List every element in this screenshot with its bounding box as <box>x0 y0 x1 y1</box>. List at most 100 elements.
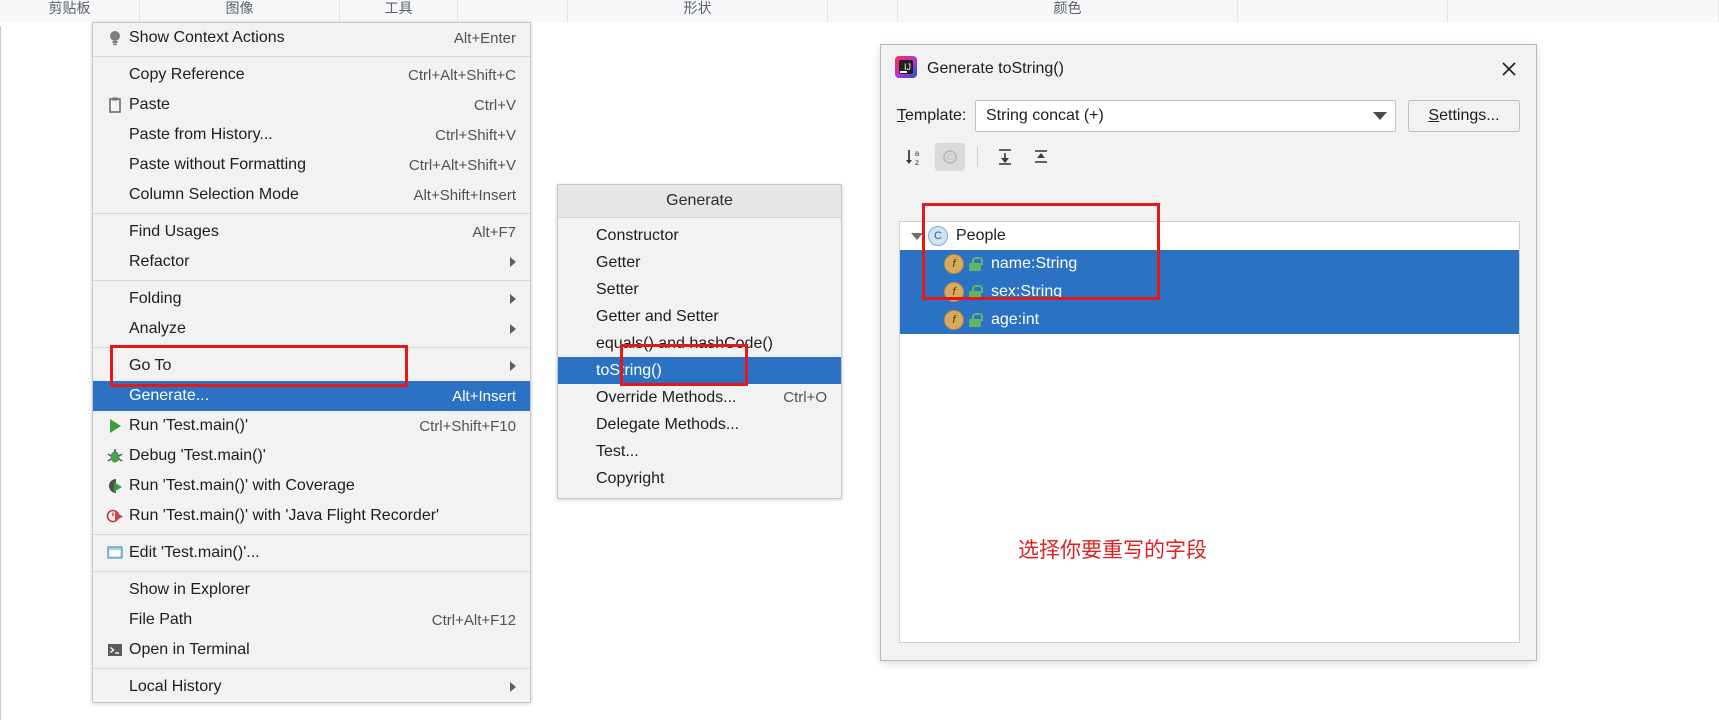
ribbon-group-empty-3[interactable] <box>458 0 568 22</box>
chevron-right-icon <box>510 324 516 334</box>
generate-menu-item[interactable]: Getter <box>558 249 841 276</box>
paint-ribbon-tabstrip: 剪贴板 图像 工具 形状 颜色 <box>0 0 1719 23</box>
coverage-icon <box>101 477 129 495</box>
edit-config-icon <box>101 544 129 562</box>
menu-separator <box>93 668 530 669</box>
generate-menu-item[interactable]: Constructor <box>558 222 841 249</box>
context-menu-item[interactable]: Open in Terminal <box>93 635 530 665</box>
collapse-all-icon[interactable] <box>1026 143 1056 171</box>
context-menu-item[interactable]: Run 'Test.main()' with Coverage <box>93 471 530 501</box>
svg-text:a: a <box>915 149 920 158</box>
ribbon-group-4[interactable]: 形状 <box>568 0 828 22</box>
template-label: Template: <box>897 107 967 124</box>
context-menu-item[interactable]: Find Usages Alt+F7 <box>93 217 530 247</box>
tree-field-row[interactable]: f age:int <box>900 306 1519 334</box>
context-menu-item-shortcut: Ctrl+V <box>473 96 516 114</box>
ribbon-group-label: 剪贴板 <box>48 0 91 16</box>
context-menu-item-shortcut: Alt+Shift+Insert <box>413 186 516 204</box>
generate-popup-menu[interactable]: Generate Constructor Getter Setter Getter a… <box>557 184 842 499</box>
context-menu-item[interactable]: File Path Ctrl+Alt+F12 <box>93 605 530 635</box>
ribbon-group-label: 工具 <box>384 0 413 16</box>
intellij-idea-icon: IJ <box>895 55 917 83</box>
context-menu-item[interactable]: Copy Reference Ctrl+Alt+Shift+C <box>93 60 530 90</box>
ribbon-group-0[interactable]: 剪贴板 <box>0 0 140 22</box>
generate-popup-title: Generate <box>558 185 841 218</box>
context-menu-item-label: Generate... <box>129 387 210 404</box>
context-menu-item[interactable]: Edit 'Test.main()'... <box>93 538 530 568</box>
context-menu-item[interactable]: Folding <box>93 284 530 314</box>
context-menu-item[interactable]: Debug 'Test.main()' <box>93 441 530 471</box>
chevron-right-icon <box>510 257 516 267</box>
context-menu-item[interactable]: Refactor <box>93 247 530 277</box>
dialog-title: Generate toString() <box>927 60 1064 77</box>
generate-menu-item[interactable]: Override Methods... Ctrl+O <box>558 384 841 411</box>
context-menu-item[interactable]: Run 'Test.main()' with 'Java Flight Reco… <box>93 501 530 531</box>
generate-tostring-dialog[interactable]: IJ Generate toString() Template: String … <box>880 44 1537 661</box>
ribbon-group-label: 图像 <box>225 0 254 16</box>
settings-button[interactable]: Settings... <box>1408 100 1520 132</box>
menu-separator <box>93 280 530 281</box>
tree-field-label: age:int <box>991 311 1040 328</box>
annotation-box-tostring <box>620 344 748 386</box>
expand-all-icon[interactable] <box>990 143 1020 171</box>
context-menu-item-label: File Path <box>129 611 193 628</box>
context-menu-item[interactable]: Show Context Actions Alt+Enter <box>93 23 530 53</box>
ribbon-group-2[interactable]: 工具 <box>340 0 458 22</box>
generate-menu-item-label: Test... <box>596 442 639 460</box>
svg-text:C: C <box>947 153 953 162</box>
generate-menu-item[interactable]: Copyright <box>558 465 841 492</box>
generate-menu-item[interactable]: Test... <box>558 438 841 465</box>
toolbar-separator <box>977 147 978 167</box>
canvas-left-edge <box>0 26 1 720</box>
generate-menu-item-label: Setter <box>596 280 639 298</box>
close-icon[interactable] <box>1492 52 1526 86</box>
context-menu-item-label: Run 'Test.main()' with Coverage <box>129 477 355 494</box>
run-icon <box>101 417 129 435</box>
context-menu-item[interactable]: Paste without Formatting Ctrl+Alt+Shift+V <box>93 150 530 180</box>
context-menu-item[interactable]: Column Selection Mode Alt+Shift+Insert <box>93 180 530 210</box>
context-menu-item[interactable]: Paste Ctrl+V <box>93 90 530 120</box>
svg-text:IJ: IJ <box>904 62 911 72</box>
context-menu-item[interactable]: Local History <box>93 672 530 702</box>
ribbon-group-empty-5[interactable] <box>828 0 898 22</box>
generate-menu-item-label: Constructor <box>596 226 679 244</box>
context-menu-item[interactable]: Run 'Test.main()' Ctrl+Shift+F10 <box>93 411 530 441</box>
generate-menu-item[interactable]: Setter <box>558 276 841 303</box>
generate-menu-item-label: Getter and Setter <box>596 307 719 325</box>
context-menu-item-label: Column Selection Mode <box>129 186 299 203</box>
context-menu-item-shortcut: Ctrl+Shift+V <box>435 126 516 144</box>
ribbon-group-empty-7[interactable] <box>1238 0 1448 22</box>
profiler-icon <box>101 507 129 525</box>
context-menu-item-label: Refactor <box>129 253 190 270</box>
terminal-icon <box>101 641 129 659</box>
template-select[interactable]: String concat (+) <box>975 100 1396 132</box>
ribbon-group-1[interactable]: 图像 <box>140 0 340 22</box>
generate-menu-item[interactable]: Delegate Methods... <box>558 411 841 438</box>
generate-menu-item[interactable]: Getter and Setter <box>558 303 841 330</box>
context-menu-item-label: Edit 'Test.main()'... <box>129 544 260 561</box>
debug-icon <box>101 447 129 465</box>
ribbon-group-empty-8[interactable] <box>1448 0 1719 22</box>
template-selected-value: String concat (+) <box>986 107 1104 124</box>
context-menu-item-shortcut: Ctrl+Shift+F10 <box>419 417 516 435</box>
dialog-toolbar[interactable]: a z C <box>899 141 1536 173</box>
context-menu-item-label: Copy Reference <box>129 66 245 83</box>
menu-separator <box>93 571 530 572</box>
context-menu-item-label: Show Context Actions <box>129 29 285 46</box>
generate-menu-item-label: Copyright <box>596 469 665 487</box>
context-menu-item-shortcut: Alt+Enter <box>453 29 516 47</box>
context-menu-item-shortcut: Alt+Insert <box>452 387 516 405</box>
dialog-titlebar: IJ Generate toString() <box>881 45 1536 93</box>
context-menu-item[interactable]: Show in Explorer <box>93 575 530 605</box>
template-row: Template: String concat (+) Settings... <box>881 99 1536 133</box>
ribbon-group-label: 颜色 <box>1053 0 1082 16</box>
sort-alphabetically-icon[interactable]: a z <box>899 143 929 171</box>
chevron-right-icon <box>510 294 516 304</box>
context-menu-item-label: Open in Terminal <box>129 641 250 658</box>
context-menu-item-label: Analyze <box>129 320 186 337</box>
ribbon-group-6[interactable]: 颜色 <box>898 0 1238 22</box>
context-menu-item[interactable]: Analyze <box>93 314 530 344</box>
context-menu-item[interactable]: Paste from History... Ctrl+Shift+V <box>93 120 530 150</box>
context-menu-item-label: Paste <box>129 96 170 113</box>
insert-class-icon[interactable]: C <box>935 143 965 171</box>
